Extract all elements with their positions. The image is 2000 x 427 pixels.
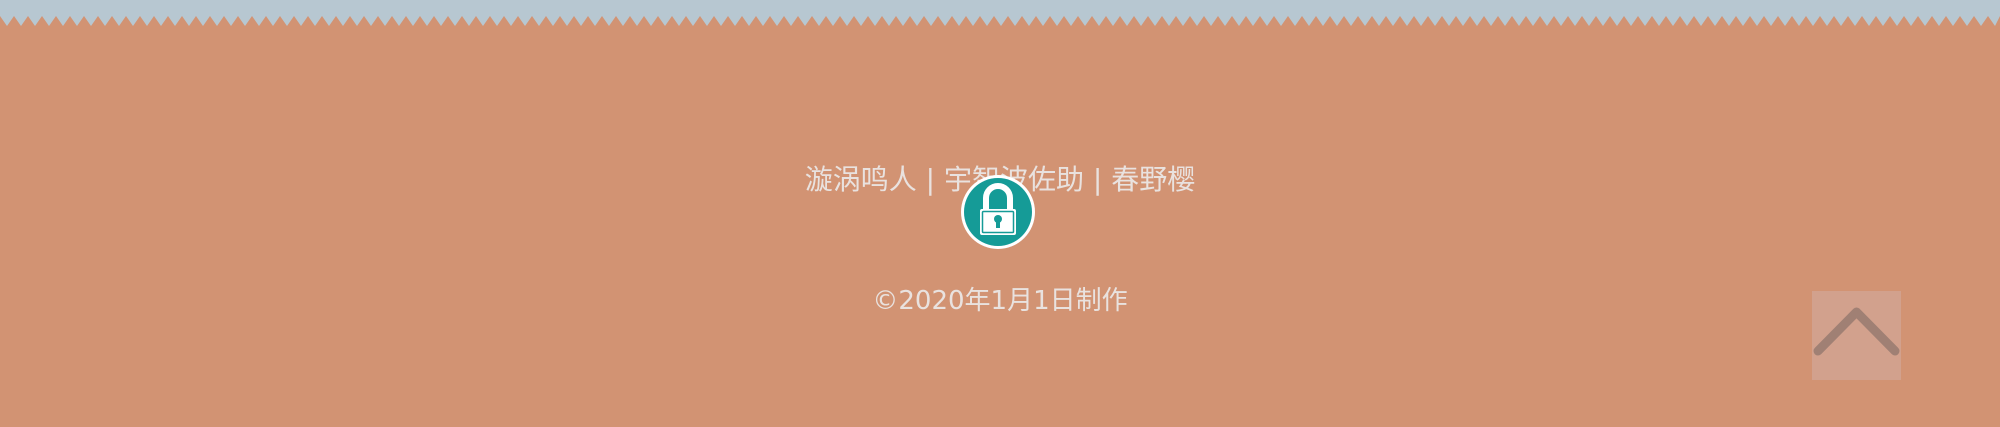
lock-icon <box>961 175 1035 249</box>
zigzag-border <box>0 0 2000 26</box>
back-to-top-button[interactable] <box>1812 291 1901 380</box>
copyright-text: ©2020年1月1日制作 <box>872 286 1128 316</box>
lock-button[interactable] <box>960 174 1036 250</box>
footer-section: 漩涡鸣人 | 宇智波佐助 | 春野樱 ©2020年1月1日制作 <box>0 0 2000 427</box>
chevron-up-icon <box>1813 307 1900 356</box>
